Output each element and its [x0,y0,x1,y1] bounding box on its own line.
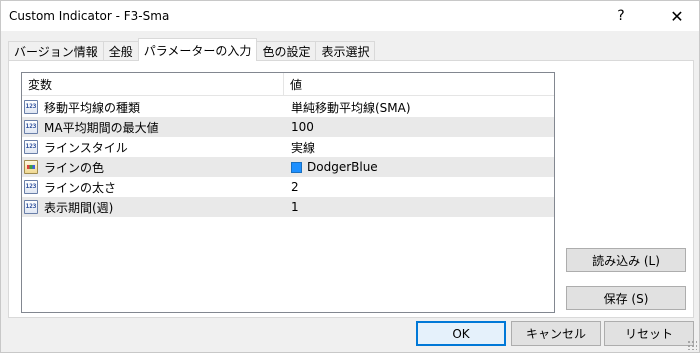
param-value[interactable]: 2 [284,177,554,197]
grid-header: 変数 値 [22,73,554,96]
window-title: Custom Indicator - F3-Sma [9,9,170,23]
param-value[interactable]: 単純移動平均線(SMA) [284,97,554,117]
tab-general[interactable]: 全般 [102,41,139,61]
parameters-panel: 変数 値 123 移動平均線の種類 単純移動平均線(SMA) 123 MA平均期間の… [8,60,694,318]
help-button[interactable]: ? [599,1,643,31]
param-name: ラインスタイル [44,140,128,155]
tab-visualization[interactable]: 表示選択 [315,41,376,61]
param-value[interactable]: 1 [284,197,554,217]
header-variable[interactable]: 変数 [22,73,284,96]
integer-param-icon: 123 [24,200,38,214]
title-bar[interactable]: Custom Indicator - F3-Sma ? ✕ [1,1,699,31]
resize-grip-icon[interactable] [687,340,697,350]
param-name: 移動平均線の種類 [44,100,141,115]
parameters-grid: 変数 値 123 移動平均線の種類 単純移動平均線(SMA) 123 MA平均期間の… [21,72,555,313]
tab-colors[interactable]: 色の設定 [256,41,317,61]
tab-strip: バージョン情報 全般 パラメーターの入力 色の設定 表示選択 [8,38,376,61]
table-row[interactable]: 123 ラインスタイル 実線 [22,137,554,157]
save-button[interactable]: 保存 (S) [566,286,686,310]
dialog-window: Custom Indicator - F3-Sma ? ✕ バージョン情報 全般… [0,0,700,353]
reset-button[interactable]: リセット [604,321,694,346]
param-name: MA平均期間の最大値 [44,120,159,135]
param-name: ラインの太さ [44,180,117,195]
integer-param-icon: 123 [24,180,38,194]
header-value[interactable]: 値 [284,73,554,96]
table-row[interactable]: 123 ラインの太さ 2 [22,177,554,197]
close-button[interactable]: ✕ [655,1,699,31]
tab-parameters[interactable]: パラメーターの入力 [137,38,258,61]
ok-button[interactable]: OK [416,321,506,346]
table-row[interactable]: 123 移動平均線の種類 単純移動平均線(SMA) [22,97,554,117]
integer-param-icon: 123 [24,100,38,114]
color-palette-icon [24,160,38,174]
param-name: 表示期間(週) [44,200,114,215]
param-name: ラインの色 [44,160,105,175]
integer-param-icon: 123 [24,120,38,134]
load-button[interactable]: 読み込み (L) [566,248,686,272]
table-row[interactable]: 123 表示期間(週) 1 [22,197,554,217]
color-swatch [291,161,302,173]
table-row[interactable]: ラインの色 DodgerBlue [22,157,554,177]
tab-version-info[interactable]: バージョン情報 [8,41,104,61]
param-value[interactable]: 100 [284,117,554,137]
color-name: DodgerBlue [307,160,378,174]
integer-param-icon: 123 [24,140,38,154]
param-value[interactable]: DodgerBlue [284,157,554,177]
table-row[interactable]: 123 MA平均期間の最大値 100 [22,117,554,137]
param-value[interactable]: 実線 [284,137,554,157]
cancel-button[interactable]: キャンセル [511,321,601,346]
